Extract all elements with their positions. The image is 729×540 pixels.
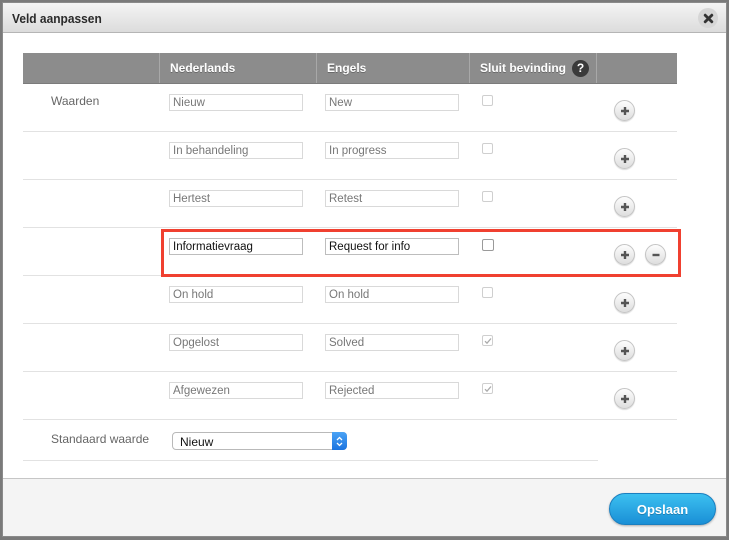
close-button[interactable] [698, 8, 718, 28]
header-sluit-bevinding-label: Sluit bevinding [480, 61, 566, 75]
english-value-input[interactable] [325, 334, 459, 351]
checkmark-icon [484, 337, 491, 344]
default-value-select[interactable]: Nieuw [172, 432, 347, 450]
english-value-input[interactable] [325, 286, 459, 303]
dialog-titlebar: Veld aanpassen [3, 3, 726, 33]
english-value-input[interactable] [325, 382, 459, 399]
plus-icon [620, 346, 629, 355]
add-row-button[interactable] [614, 388, 635, 409]
closes-finding-checkbox[interactable] [482, 239, 494, 251]
add-row-button[interactable] [614, 148, 635, 169]
header-empty [23, 53, 160, 83]
english-value-input[interactable] [325, 142, 459, 159]
checkmark-icon [484, 385, 491, 392]
plus-icon [620, 298, 629, 307]
table-row [23, 180, 677, 228]
closes-finding-checkbox[interactable] [482, 95, 493, 106]
table-row [23, 324, 677, 372]
add-row-button[interactable] [614, 196, 635, 217]
default-value-label: Standaard waarde [51, 432, 150, 446]
dialog-footer: Opslaan [3, 478, 726, 536]
plus-icon [620, 106, 629, 115]
add-row-button[interactable] [614, 100, 635, 121]
dutch-value-input[interactable] [169, 382, 303, 399]
add-row-button[interactable] [614, 292, 635, 313]
dutch-value-input[interactable] [169, 190, 303, 207]
add-row-button[interactable] [614, 340, 635, 361]
edit-field-dialog: Veld aanpassen Nederlands Engels Sluit b… [2, 2, 727, 537]
dutch-value-input[interactable] [169, 334, 303, 351]
minus-icon [652, 253, 659, 256]
select-arrows-icon [332, 432, 347, 450]
table-row [23, 276, 677, 324]
plus-icon [620, 154, 629, 163]
english-value-input[interactable] [325, 190, 459, 207]
section-label-waarden: Waarden [51, 94, 100, 108]
header-engels: Engels [317, 53, 470, 83]
default-value-row: Standaard waarde Nieuw [23, 423, 598, 461]
closes-finding-checkbox[interactable] [482, 287, 493, 298]
closes-finding-checkbox[interactable] [482, 335, 493, 346]
dutch-value-input[interactable] [169, 238, 303, 255]
plus-icon [620, 202, 629, 211]
dutch-value-input[interactable] [169, 286, 303, 303]
header-actions [597, 53, 677, 83]
help-icon[interactable]: ? [572, 59, 589, 77]
save-button[interactable]: Opslaan [609, 493, 716, 525]
table-row [23, 228, 677, 276]
closes-finding-checkbox[interactable] [482, 383, 493, 394]
english-value-input[interactable] [325, 94, 459, 111]
plus-icon [620, 250, 629, 259]
add-row-button[interactable] [614, 244, 635, 265]
header-sluit-bevinding: Sluit bevinding ? [470, 53, 597, 83]
dutch-value-input[interactable] [169, 94, 303, 111]
closes-finding-checkbox[interactable] [482, 143, 493, 154]
table-row [23, 132, 677, 180]
dialog-title: Veld aanpassen [12, 11, 102, 26]
dutch-value-input[interactable] [169, 142, 303, 159]
table-row: Waarden [23, 84, 677, 132]
table-header: Nederlands Engels Sluit bevinding ? [23, 53, 677, 84]
plus-icon [620, 394, 629, 403]
remove-row-button[interactable] [645, 244, 666, 265]
default-value-selected: Nieuw [180, 435, 214, 449]
english-value-input[interactable] [325, 238, 459, 255]
closes-finding-checkbox[interactable] [482, 191, 493, 202]
header-nederlands: Nederlands [160, 53, 317, 83]
table-row [23, 372, 677, 420]
close-icon [703, 13, 713, 23]
